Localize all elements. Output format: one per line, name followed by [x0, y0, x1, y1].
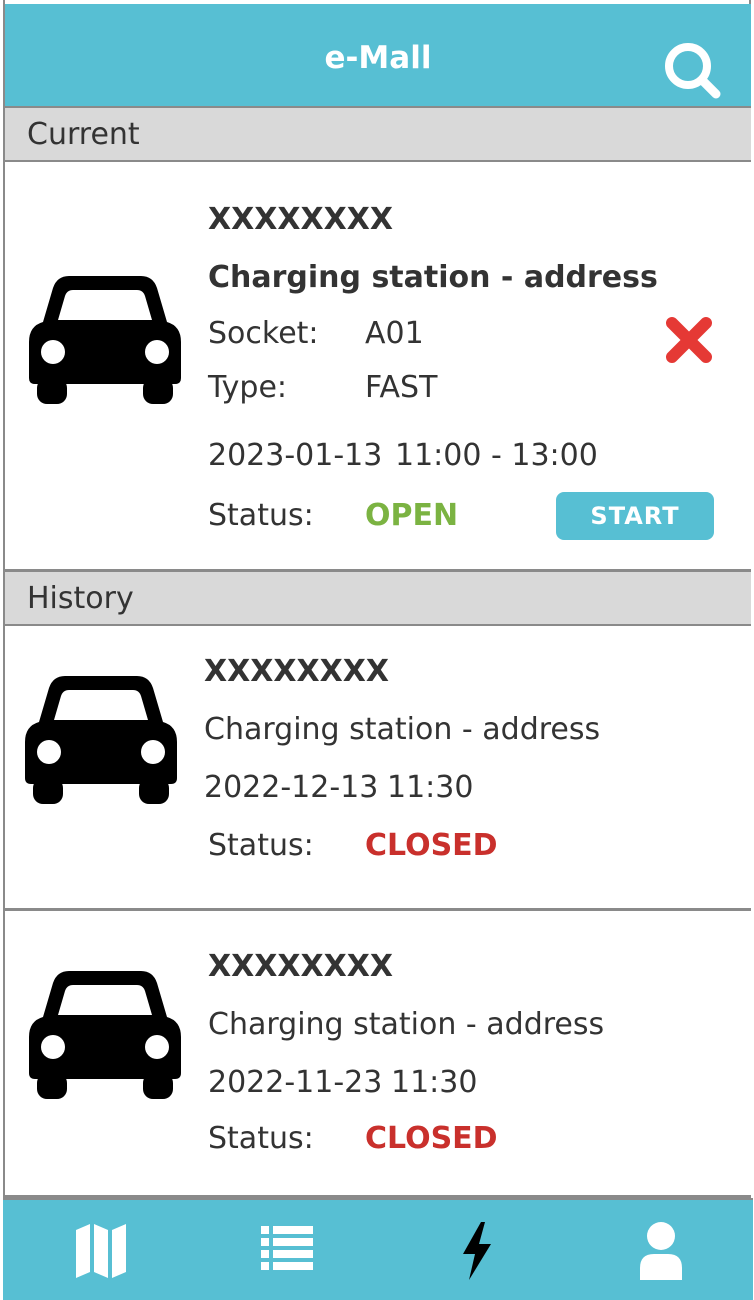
type-label: Type: — [208, 370, 288, 405]
status-label: Status: — [208, 498, 314, 533]
socket-value: A01 — [365, 316, 424, 351]
history-name: XXXXXXXX — [208, 949, 394, 984]
lightning-icon[interactable] — [441, 1218, 511, 1282]
status-label: Status: — [208, 1121, 314, 1156]
booking-name: XXXXXXXX — [208, 202, 394, 237]
history-station: Charging station - address — [204, 712, 601, 747]
status-badge: OPEN — [365, 498, 459, 533]
socket-label: Socket: — [208, 316, 319, 351]
status-label: Status: — [208, 828, 314, 863]
history-item[interactable]: XXXXXXXX Charging station - address 2022… — [5, 911, 751, 1198]
section-label: History — [27, 581, 134, 616]
top-bar: e-Mall — [5, 4, 751, 108]
type-value: FAST — [365, 370, 438, 405]
history-name: XXXXXXXX — [204, 654, 390, 689]
status-badge: CLOSED — [365, 828, 498, 863]
close-icon[interactable] — [663, 314, 715, 366]
bottom-nav — [3, 1198, 753, 1300]
section-header-current: Current — [5, 108, 751, 162]
car-icon — [21, 666, 181, 806]
history-item[interactable]: XXXXXXXX Charging station - address 2022… — [5, 626, 751, 911]
start-button[interactable]: START — [556, 492, 714, 540]
station-address: Charging station - address — [208, 260, 658, 295]
map-icon[interactable] — [66, 1218, 136, 1282]
car-icon — [25, 266, 185, 406]
section-header-history: History — [5, 572, 751, 626]
history-time: 11:30 — [387, 770, 474, 805]
history-date: 2022-12-13 — [204, 770, 379, 805]
history-time: 11:30 — [391, 1065, 478, 1100]
list-icon[interactable] — [251, 1218, 321, 1282]
status-badge: CLOSED — [365, 1121, 498, 1156]
booking-date: 2023-01-13 — [208, 438, 383, 473]
booking-time: 11:00 - 13:00 — [395, 438, 598, 473]
app-title: e-Mall — [324, 40, 432, 76]
history-station: Charging station - address — [208, 1007, 605, 1042]
user-icon[interactable] — [626, 1218, 696, 1282]
search-icon[interactable] — [660, 40, 724, 104]
section-label: Current — [27, 117, 140, 152]
history-date: 2022-11-23 — [208, 1065, 383, 1100]
car-icon — [25, 961, 185, 1101]
